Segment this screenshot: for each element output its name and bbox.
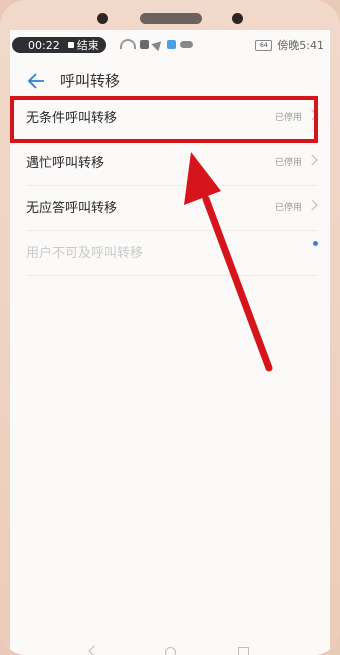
app-notification-icon xyxy=(167,39,176,49)
chevron-right-icon xyxy=(306,199,318,211)
chevron-right-icon xyxy=(306,154,318,166)
title-bar: 呼叫转移 xyxy=(10,64,330,100)
row-status: 已停用 xyxy=(274,203,302,213)
cloud-icon xyxy=(180,40,193,48)
row-unreachable-forwarding[interactable]: 用户不可及呼叫转移 xyxy=(26,231,318,276)
navigation-bar xyxy=(10,642,330,655)
row-label: 用户不可及呼叫转移 xyxy=(26,246,144,261)
sensor xyxy=(232,13,243,24)
row-status: 已停用 xyxy=(274,158,302,168)
back-arrow-icon[interactable] xyxy=(26,71,46,91)
highlight-box xyxy=(10,96,318,143)
location-icon xyxy=(151,37,165,51)
front-camera xyxy=(97,13,108,24)
recording-end-label: 结束 xyxy=(76,39,99,52)
row-no-answer-forwarding[interactable]: 无应答呼叫转移 已停用 xyxy=(26,186,318,231)
status-icons xyxy=(120,37,193,51)
nav-home-icon[interactable] xyxy=(165,647,176,655)
loading-indicator xyxy=(313,241,318,246)
row-label: 遇忙呼叫转移 xyxy=(26,156,105,171)
recording-time: 00:22 xyxy=(28,38,60,52)
status-right: 64 傍晚5:41 xyxy=(255,37,324,53)
screen-recording-pill[interactable]: 00:22 结束 xyxy=(12,37,106,53)
phone-frame: 00:22 结束 64 傍晚5:41 呼叫转移 无条件呼叫转移 已停用 遇忙呼叫… xyxy=(0,0,340,655)
wifi-icon xyxy=(120,39,136,49)
row-busy-forwarding[interactable]: 遇忙呼叫转移 已停用 xyxy=(26,141,318,186)
page-title: 呼叫转移 xyxy=(60,72,121,90)
clock: 傍晚5:41 xyxy=(277,39,324,52)
row-label: 无应答呼叫转移 xyxy=(26,201,118,216)
status-bar: 00:22 结束 64 傍晚5:41 xyxy=(10,30,330,58)
notification-icon xyxy=(140,39,149,49)
nav-recent-icon[interactable] xyxy=(238,647,249,655)
stop-icon xyxy=(67,42,74,48)
battery-icon: 64 xyxy=(255,39,273,51)
nav-back-icon[interactable] xyxy=(88,645,100,655)
speaker-grille xyxy=(140,13,202,24)
